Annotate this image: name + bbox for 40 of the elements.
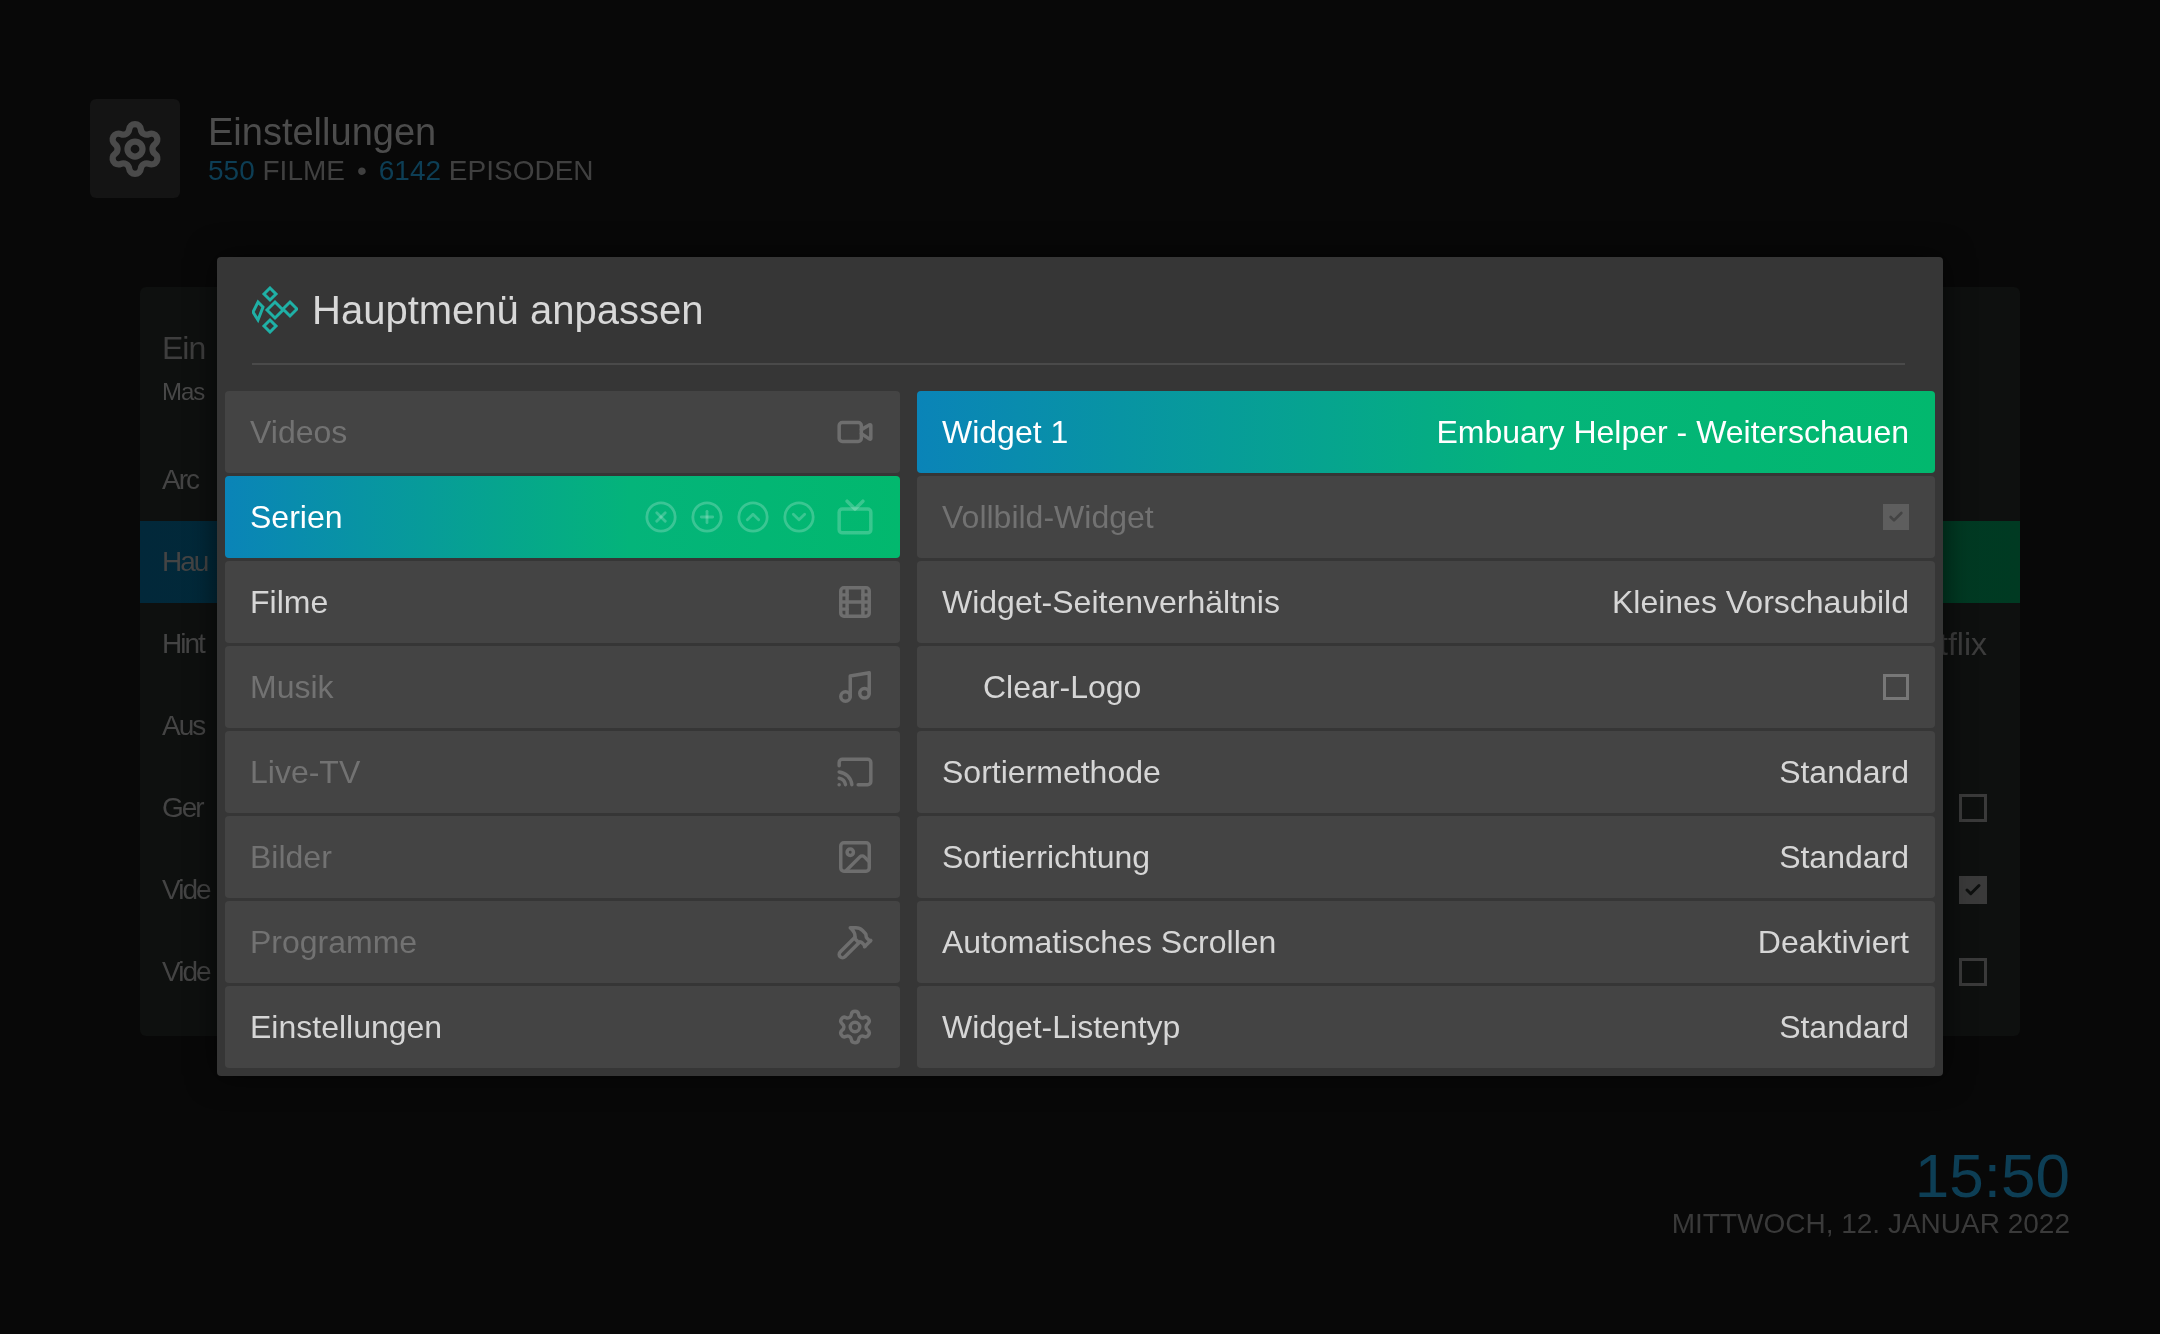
dialog-title: Hauptmenü anpassen [312, 287, 704, 333]
library-count: 6142 EPISODEN [378, 153, 594, 188]
panel-subtitle: Mas [162, 377, 205, 407]
page-title: Einstellungen [208, 109, 438, 154]
checkbox[interactable] [1959, 958, 1987, 986]
menu-item[interactable]: Filme [225, 561, 900, 643]
setting-value: Embuary Helper - Weiterschauen [1436, 413, 1909, 451]
setting-row[interactable]: Clear-Logo [917, 646, 1935, 728]
music-note-icon [836, 668, 874, 706]
logo-icon [252, 286, 298, 334]
checkbox[interactable] [1959, 876, 1987, 904]
tv-icon [836, 498, 874, 536]
setting-row[interactable]: Widget-Seitenverhältnis Kleines Vorschaubild [917, 561, 1935, 643]
setting-value: Standard [1779, 753, 1909, 791]
setting-row[interactable]: Sortierrichtung Standard [917, 816, 1935, 898]
library-count: 550 FILME [208, 153, 345, 188]
check-icon [1888, 509, 1904, 525]
gear-icon [836, 1008, 874, 1046]
checkbox[interactable] [1883, 674, 1909, 700]
add-icon[interactable] [690, 500, 724, 534]
remove-icon[interactable] [644, 500, 678, 534]
move-down-icon[interactable] [782, 500, 816, 534]
hammer-icon [836, 923, 874, 961]
setting-row[interactable]: Automatisches Scrollen Deaktiviert [917, 901, 1935, 983]
setting-label[interactable]: Hau [162, 546, 208, 578]
menu-item[interactable]: Serien [225, 476, 900, 558]
setting-row[interactable]: Widget 1 Embuary Helper - Weiterschauen [917, 391, 1935, 473]
move-up-icon[interactable] [736, 500, 770, 534]
menu-item[interactable]: Einstellungen [225, 986, 900, 1068]
separator-dot: • [356, 153, 367, 188]
checkbox[interactable] [1959, 794, 1987, 822]
setting-row[interactable]: Sortiermethode Standard [917, 731, 1935, 813]
setting-row[interactable]: Widget-Listentyp Standard [917, 986, 1935, 1068]
setting-value: Deaktiviert [1757, 923, 1909, 961]
image-icon [836, 838, 874, 876]
clock-time: 15:50 [1914, 1144, 2070, 1208]
setting-value: Kleines Vorschaubild [1611, 583, 1909, 621]
setting-value: Standard [1779, 838, 1909, 876]
film-icon [836, 583, 874, 621]
setting-value: Standard [1779, 1008, 1909, 1046]
